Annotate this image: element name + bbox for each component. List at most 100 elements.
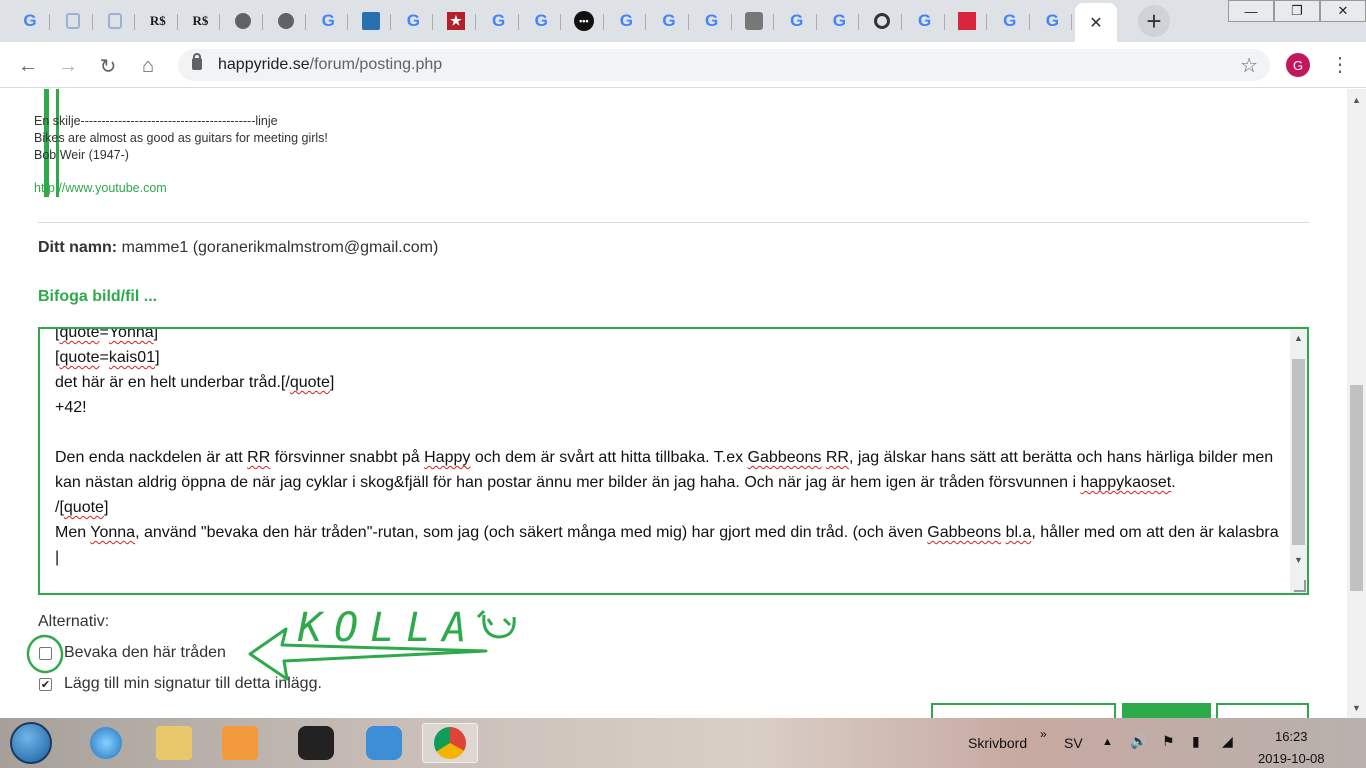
back-arrow-icon[interactable]: ← — [14, 52, 42, 80]
toolbar-expand-icon[interactable]: » — [1040, 727, 1047, 741]
browser-tab[interactable] — [266, 6, 306, 36]
browser-tab[interactable]: G — [1032, 6, 1073, 36]
address-bar[interactable]: happyride.se/forum/posting.php ☆ — [178, 49, 1270, 81]
message-line: [quote=kais01] — [55, 345, 1280, 370]
tab-favicon-icon — [874, 13, 890, 29]
browser-tab[interactable] — [862, 6, 902, 36]
browser-tab[interactable]: G — [479, 6, 519, 36]
home-icon[interactable]: ⌂ — [134, 52, 162, 80]
tab-favicon-icon: G — [321, 11, 335, 30]
scroll-down-arrow-icon[interactable]: ▼ — [1294, 555, 1303, 565]
misspelled-word: RR — [247, 449, 271, 466]
submit-button[interactable] — [1122, 703, 1211, 718]
close-window-button[interactable]: ✕ — [1320, 0, 1366, 22]
tab-separator — [262, 14, 263, 30]
tab-separator — [219, 14, 221, 30]
tab-separator — [517, 14, 519, 30]
maximize-button[interactable]: ❐ — [1274, 0, 1320, 22]
attach-file-link[interactable]: Bifoga bild/fil ... — [38, 288, 157, 306]
tab-separator — [176, 14, 178, 30]
browser-tab[interactable]: G — [692, 6, 732, 36]
resize-handle-icon[interactable] — [1294, 580, 1306, 592]
media-player-icon[interactable] — [212, 723, 268, 763]
browser-tab[interactable]: G — [990, 6, 1030, 36]
browser-tab[interactable]: G — [649, 6, 689, 36]
attach-signature-checkbox[interactable]: ✔ — [39, 677, 52, 691]
browser-tab[interactable]: G — [393, 6, 434, 36]
chrome-taskbar-icon[interactable] — [422, 723, 478, 763]
browser-tab[interactable]: ✕ — [1075, 3, 1117, 42]
message-textarea[interactable]: [quote=Yonna] [quote=kais01] det här är en… — [38, 327, 1309, 595]
browser-tab[interactable] — [53, 6, 93, 36]
browser-tab[interactable]: R$ — [180, 6, 221, 36]
file-explorer-icon[interactable] — [146, 723, 202, 763]
misspelled-word: RR — [825, 449, 849, 466]
browser-tab[interactable]: G — [905, 6, 945, 36]
page-scrollbar[interactable]: ▲ ▼ — [1347, 89, 1366, 718]
eye-app-icon[interactable] — [288, 723, 344, 763]
preview-button[interactable] — [931, 703, 1116, 718]
scroll-up-arrow-icon[interactable]: ▲ — [1294, 333, 1303, 343]
cancel-button[interactable] — [1216, 703, 1309, 718]
bookmark-star-icon[interactable]: ☆ — [1240, 53, 1258, 78]
browser-tab[interactable] — [734, 6, 775, 36]
desktop-toolbar-label[interactable]: Skrivbord — [968, 735, 1027, 751]
watch-topic-checkbox[interactable] — [39, 646, 52, 660]
message-segment: försvinner snabbt på — [270, 449, 425, 466]
textarea-scroll-thumb[interactable] — [1292, 359, 1305, 545]
action-center-flag-icon[interactable]: ⚑ — [1162, 733, 1175, 750]
forward-arrow-icon[interactable]: → — [54, 52, 82, 80]
page-scroll-thumb[interactable] — [1350, 385, 1363, 591]
browser-tab[interactable]: G — [521, 6, 562, 36]
network-icon[interactable]: ◢ — [1222, 733, 1233, 750]
attach-signature-option[interactable]: ✔ Lägg till min signatur till detta inlä… — [38, 675, 322, 693]
tab-favicon-icon — [745, 12, 764, 30]
tab-separator — [815, 14, 817, 30]
message-line: Den enda nackdelen är att RR försvinner … — [55, 445, 1280, 495]
watch-topic-option[interactable]: Bevaka den här tråden — [38, 644, 226, 662]
browser-tab[interactable]: G — [10, 6, 50, 36]
tab-favicon-icon: R$ — [192, 13, 209, 28]
new-tab-button[interactable]: + — [1138, 5, 1170, 37]
textarea-scrollbar[interactable]: ▲ ▼ — [1290, 329, 1307, 593]
tab-close-icon[interactable]: ✕ — [1089, 13, 1102, 33]
misspelled-word: quote — [63, 499, 104, 516]
internet-explorer-icon[interactable] — [78, 723, 134, 763]
browser-tab[interactable]: G — [308, 6, 349, 36]
browser-tab[interactable]: G — [606, 6, 647, 36]
tab-separator — [560, 14, 562, 30]
arrow-mark — [248, 627, 488, 681]
browser-tab[interactable] — [947, 6, 988, 36]
language-indicator[interactable]: SV — [1064, 735, 1083, 751]
browser-tab[interactable]: G — [819, 6, 860, 36]
page-scroll-up-icon[interactable]: ▲ — [1352, 95, 1361, 105]
tray-expand-icon[interactable]: ▲ — [1102, 736, 1113, 748]
profile-avatar[interactable]: G — [1286, 53, 1310, 77]
misspelled-word: Gabbeons — [747, 449, 822, 466]
message-text[interactable]: [quote=Yonna] [quote=kais01] det här är en… — [55, 329, 1280, 570]
start-button[interactable] — [10, 722, 52, 764]
system-clock[interactable]: 16:23 2019-10-08 — [1258, 726, 1325, 768]
browser-tab[interactable] — [223, 6, 263, 36]
url-text[interactable]: happyride.se/forum/posting.php — [218, 56, 442, 74]
keyboard-app-icon[interactable] — [356, 723, 412, 763]
browser-tab[interactable]: ••• — [564, 6, 604, 36]
tab-favicon-icon: G — [406, 11, 420, 30]
browser-tab[interactable]: R$ — [138, 6, 178, 36]
signature-link[interactable]: http://www.youtube.com — [34, 181, 167, 195]
tab-separator — [602, 14, 604, 30]
volume-icon[interactable]: 🔊 — [1130, 733, 1147, 750]
misspelled-word: Happy — [424, 449, 471, 466]
battery-icon[interactable]: ▮ — [1192, 733, 1200, 750]
tab-favicon-icon: G — [790, 11, 804, 30]
url-host: happyride.se — [218, 56, 310, 73]
browser-tab[interactable] — [95, 6, 136, 36]
minimize-button[interactable]: — — [1228, 0, 1274, 22]
browser-tab[interactable]: G — [777, 6, 817, 36]
reload-icon[interactable]: ↻ — [94, 52, 122, 80]
page-scroll-down-icon[interactable]: ▼ — [1352, 703, 1361, 713]
browser-tab[interactable] — [351, 6, 391, 36]
menu-dots-icon[interactable]: ⋮ — [1330, 52, 1350, 77]
browser-tab[interactable]: ★ — [436, 6, 476, 36]
message-segment: . — [1171, 474, 1176, 491]
